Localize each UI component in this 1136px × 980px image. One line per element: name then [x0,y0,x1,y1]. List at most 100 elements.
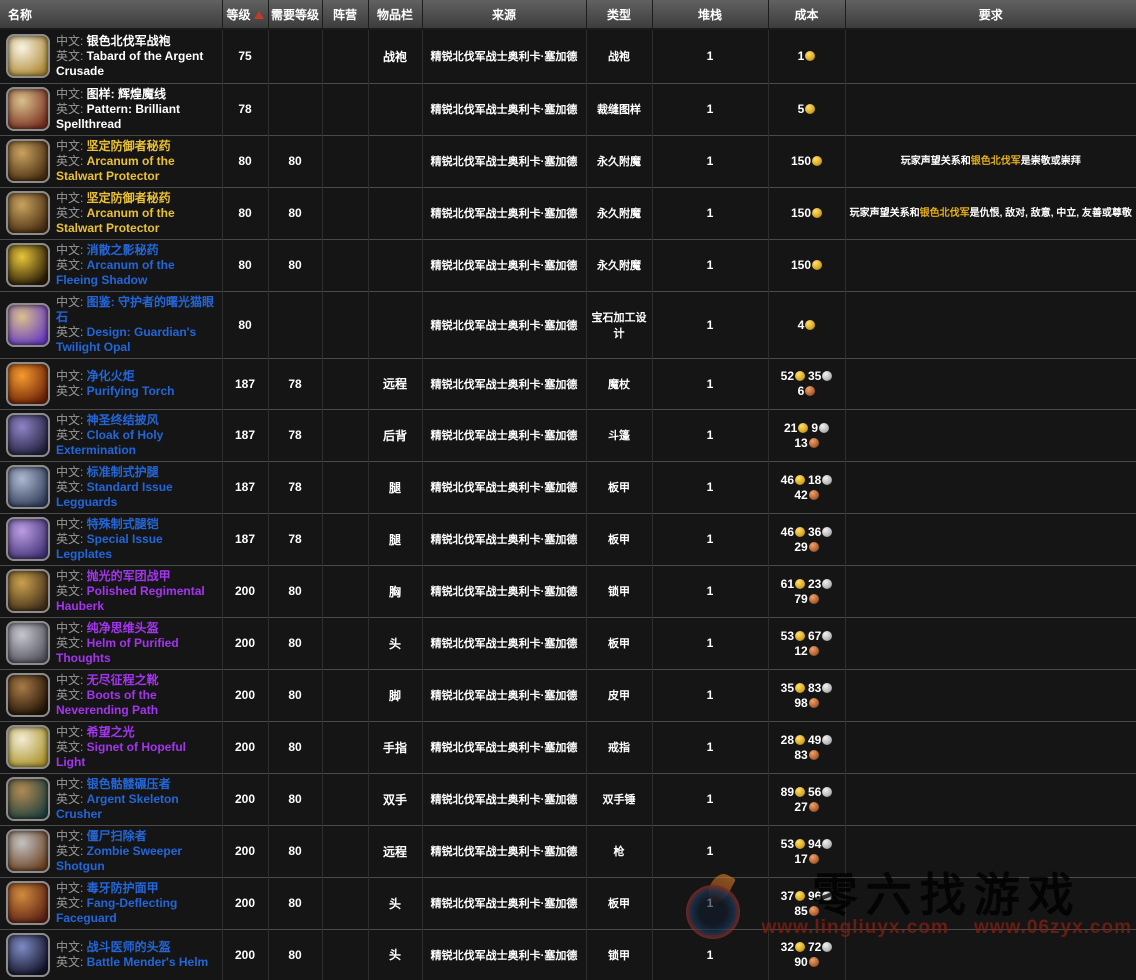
item-source-link[interactable]: 精锐北伐军战士奥利卡·塞加德 [422,291,586,358]
stack-count: 1 [652,877,768,929]
item-slot: 战袍 [368,29,422,83]
item-source-link[interactable]: 精锐北伐军战士奥利卡·塞加德 [422,461,586,513]
sort-ascending-icon[interactable] [254,11,264,19]
faceguard-icon[interactable] [6,881,50,925]
stack-count: 1 [652,565,768,617]
item-name-cn-link[interactable]: 净化火炬 [87,369,135,383]
boots-icon[interactable] [6,673,50,717]
column-header-level[interactable]: 等级 [222,0,268,29]
cost-gold: 150 [791,154,822,168]
cn-label: 中文: [56,243,87,257]
ring-icon[interactable] [6,725,50,769]
item-name-cn-link[interactable]: 图样: 辉煌魔线 [87,87,166,101]
item-name-cn-link[interactable]: 消散之影秘药 [87,243,159,257]
column-header-req_level[interactable]: 需要等级 [268,0,322,29]
item-name-cn-link[interactable]: 纯净思维头盔 [87,621,159,635]
hauberk-icon[interactable] [6,569,50,613]
name-cell: 中文: 纯净思维头盔 英文: Helm of Purified Thoughts [0,617,222,669]
item-source-link[interactable]: 精锐北伐军战士奥利卡·塞加德 [422,565,586,617]
item-source-link[interactable]: 精锐北伐军战士奥利卡·塞加德 [422,773,586,825]
torch-icon[interactable] [6,362,50,406]
item-name-cn-link[interactable]: 银色北伐军战袍 [87,34,171,48]
item-name-cn-link[interactable]: 希望之光 [87,725,135,739]
en-label: 英文: [56,325,87,339]
item-name-cn-link[interactable]: 坚定防御者秘药 [87,191,171,205]
requirement-cell [845,513,1136,565]
item-source-link[interactable]: 精锐北伐军战士奥利卡·塞加德 [422,825,586,877]
hammer-icon[interactable] [6,777,50,821]
faction-cell [322,291,368,358]
legguards-icon[interactable] [6,465,50,509]
item-source-link[interactable]: 精锐北伐军战士奥利卡·塞加德 [422,617,586,669]
column-header-type[interactable]: 类型 [586,0,652,29]
item-name-cn-link[interactable]: 银色骷髅碾压者 [87,777,171,791]
item-level: 200 [222,617,268,669]
item-name-en-link[interactable]: Purifying Torch [87,384,175,398]
column-header-stack[interactable]: 堆栈 [652,0,768,29]
gold-coin-icon [812,156,822,166]
cost-silver: 36 [808,525,832,539]
item-type: 锁甲 [586,565,652,617]
cn-label: 中文: [56,621,87,635]
mender-helm-icon[interactable] [6,933,50,977]
arcanum-scroll-icon[interactable] [6,191,50,235]
item-name-cn-link[interactable]: 坚定防御者秘药 [87,139,171,153]
column-header-name[interactable]: 名称 [0,0,222,29]
cn-label: 中文: [56,139,87,153]
item-name-cn-link[interactable]: 标准制式护腿 [87,465,159,479]
requirement-cell [845,239,1136,291]
item-type: 战袍 [586,29,652,83]
cloak-icon[interactable] [6,413,50,457]
copper-coin-icon [809,646,819,656]
item-source-link[interactable]: 精锐北伐军战士奥利卡·塞加德 [422,929,586,980]
item-source-link[interactable]: 精锐北伐军战士奥利卡·塞加德 [422,409,586,461]
shadow-arcanum-icon[interactable] [6,243,50,287]
item-source-link[interactable]: 精锐北伐军战士奥利卡·塞加德 [422,877,586,929]
faction-link[interactable]: 银色北伐军 [920,208,970,219]
stack-count: 1 [652,617,768,669]
item-name-cn-link[interactable]: 毒牙防护面甲 [87,881,159,895]
item-type: 戒指 [586,721,652,773]
item-name-cn-link[interactable]: 抛光的军团战甲 [87,569,171,583]
design-scroll-icon[interactable] [6,303,50,347]
item-name-cn-link[interactable]: 特殊制式腿铠 [87,517,159,531]
item-slot: 头 [368,929,422,980]
en-label: 英文: [56,480,87,494]
item-source-link[interactable]: 精锐北伐军战士奥利卡·塞加德 [422,669,586,721]
item-source-link[interactable]: 精锐北伐军战士奥利卡·塞加德 [422,721,586,773]
cost-cell: 461842 [768,461,845,513]
item-name-cn-link[interactable]: 无尽征程之靴 [87,673,159,687]
arcanum-scroll-icon[interactable] [6,139,50,183]
item-source-link[interactable]: 精锐北伐军战士奥利卡·塞加德 [422,135,586,187]
item-type: 板甲 [586,461,652,513]
item-source-link[interactable]: 精锐北伐军战士奥利卡·塞加德 [422,513,586,565]
required-level [268,29,322,83]
column-header-slot[interactable]: 物品栏 [368,0,422,29]
column-header-cost[interactable]: 成本 [768,0,845,29]
item-name-cn-link[interactable]: 战斗医师的头盔 [87,940,171,954]
requirement-cell [845,83,1136,135]
required-level: 78 [268,358,322,409]
faction-link[interactable]: 银色北伐军 [971,156,1021,167]
item-source-link[interactable]: 精锐北伐军战士奥利卡·塞加德 [422,239,586,291]
gold-coin-icon [795,371,805,381]
item-source-link[interactable]: 精锐北伐军战士奥利卡·塞加德 [422,29,586,83]
pattern-scroll-icon[interactable] [6,87,50,131]
legplates-icon[interactable] [6,517,50,561]
shotgun-icon[interactable] [6,829,50,873]
helm-icon[interactable] [6,621,50,665]
item-name-en-link[interactable]: Battle Mender's Helm [87,955,209,969]
table-row: 中文: 希望之光 英文: Signet of Hopeful Light 200… [0,721,1136,773]
item-name-cn-link[interactable]: 僵尸扫除者 [87,829,147,843]
name-cell: 中文: 坚定防御者秘药 英文: Arcanum of the Stalwart … [0,187,222,239]
column-header-source[interactable]: 来源 [422,0,586,29]
column-header-faction[interactable]: 阵营 [322,0,368,29]
item-source-link[interactable]: 精锐北伐军战士奥利卡·塞加德 [422,358,586,409]
item-name-cn-link[interactable]: 神圣终结披风 [87,413,159,427]
name-cell: 中文: 希望之光 英文: Signet of Hopeful Light [0,721,222,773]
item-source-link[interactable]: 精锐北伐军战士奥利卡·塞加德 [422,187,586,239]
tabard-icon[interactable] [6,34,50,78]
column-header-requirement[interactable]: 要求 [845,0,1136,29]
requirement-cell [845,929,1136,980]
item-source-link[interactable]: 精锐北伐军战士奥利卡·塞加德 [422,83,586,135]
